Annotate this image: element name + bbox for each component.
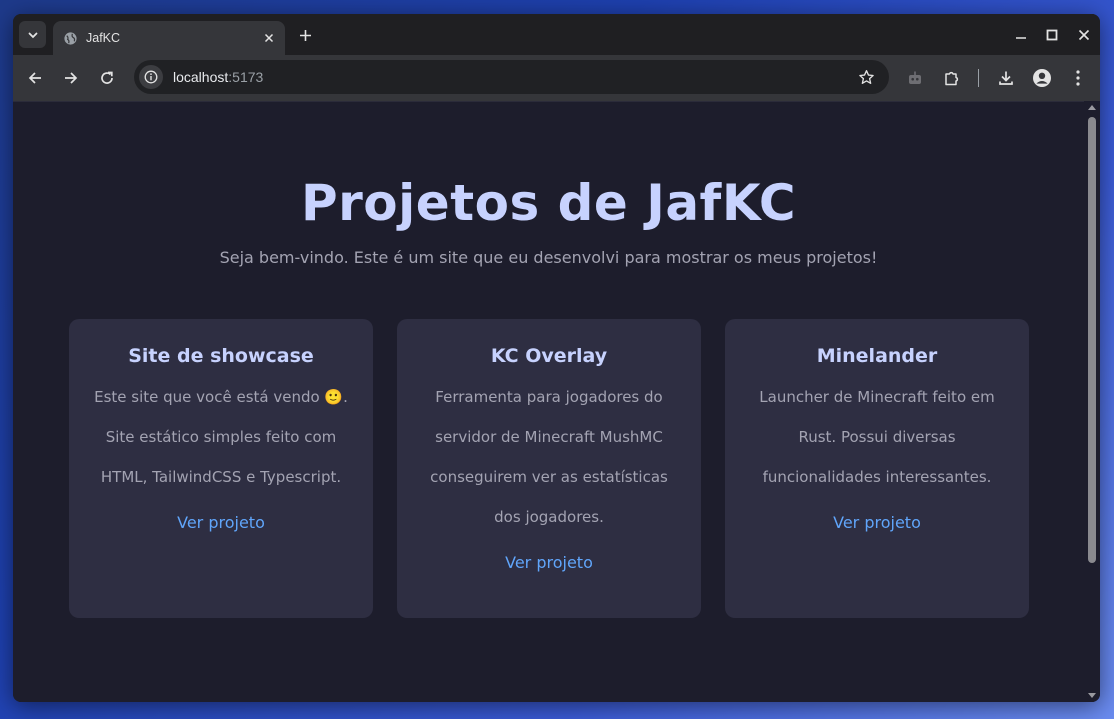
url-host: localhost (173, 69, 229, 85)
plus-icon (299, 29, 311, 41)
view-project-link[interactable]: Ver projeto (505, 553, 593, 572)
robot-icon (909, 71, 921, 84)
close-window-button[interactable] (1074, 25, 1094, 45)
back-button[interactable] (23, 66, 47, 90)
download-icon (999, 71, 1013, 85)
browser-menu-button[interactable] (1066, 66, 1090, 90)
reload-icon (101, 71, 113, 84)
address-bar[interactable]: localhost:5173 (134, 60, 889, 94)
minimize-button[interactable] (1011, 25, 1031, 45)
browser-toolbar: localhost:5173 (13, 55, 1100, 101)
minimize-icon (1016, 37, 1026, 39)
url-text[interactable]: localhost:5173 (173, 69, 857, 85)
globe-icon (62, 30, 78, 46)
project-description: Este site que você está vendo 🙂. Site es… (94, 388, 348, 486)
profile-icon (1033, 69, 1051, 87)
project-description: Ferramenta para jogadores do servidor de… (430, 388, 668, 526)
project-card: KC Overlay Ferramenta para jogadores do … (397, 319, 701, 618)
chevron-down-icon (28, 32, 37, 38)
browser-window: JafKC localhost:5173 Projetos de JafKC S… (13, 14, 1100, 702)
arrow-left-icon (28, 72, 41, 84)
maximize-button[interactable] (1042, 25, 1062, 45)
project-card: Minelander Launcher de Minecraft feito e… (725, 319, 1029, 618)
arrow-right-icon (65, 72, 78, 84)
vertical-scrollbar[interactable] (1084, 101, 1100, 702)
close-icon (1078, 29, 1090, 41)
puzzle-icon (945, 71, 959, 86)
maximize-icon (1046, 29, 1058, 41)
toolbar-divider (978, 69, 979, 87)
view-project-link[interactable]: Ver projeto (833, 513, 921, 532)
tab-title: JafKC (86, 31, 121, 45)
tab-strip: JafKC (13, 14, 1100, 55)
scroll-up-arrow-icon[interactable] (1088, 105, 1096, 110)
page-viewport: Projetos de JafKC Seja bem-vindo. Este é… (13, 101, 1084, 702)
project-description: Launcher de Minecraft feito em Rust. Pos… (759, 388, 995, 486)
url-port: :5173 (228, 69, 264, 85)
reload-button[interactable] (95, 66, 119, 90)
page-title: Projetos de JafKC (300, 174, 797, 232)
bookmark-star-icon[interactable] (857, 68, 875, 86)
project-title: Minelander (816, 345, 938, 367)
tab-active[interactable]: JafKC (53, 21, 285, 55)
forward-button[interactable] (59, 66, 83, 90)
kebab-menu-icon (1076, 70, 1080, 86)
site-info-icon[interactable] (139, 65, 163, 89)
scroll-down-arrow-icon[interactable] (1088, 693, 1096, 698)
downloads-button[interactable] (994, 66, 1018, 90)
page-subtitle: Seja bem-vindo. Este é um site que eu de… (219, 248, 878, 267)
tab-search-button[interactable] (19, 21, 46, 48)
profile-button[interactable] (1030, 66, 1054, 90)
tab-close-icon[interactable] (261, 30, 277, 46)
view-project-link[interactable]: Ver projeto (177, 513, 265, 532)
scroll-thumb[interactable] (1088, 117, 1096, 563)
new-tab-button[interactable] (295, 25, 315, 45)
project-card: Site de showcase Este site que você está… (69, 319, 373, 618)
extension-bot-button[interactable] (903, 66, 927, 90)
project-title: KC Overlay (490, 345, 608, 367)
extensions-button[interactable] (940, 66, 964, 90)
project-title: Site de showcase (128, 345, 314, 367)
